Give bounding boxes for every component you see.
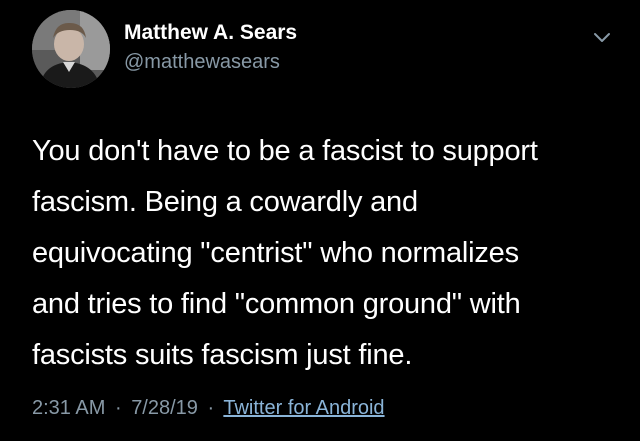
tweet-text-line: fascists suits fascism just fine. — [32, 339, 413, 371]
tweet-time[interactable]: 2:31 AM — [32, 397, 105, 419]
meta-separator: · — [207, 397, 215, 419]
meta-separator: · — [114, 397, 122, 419]
user-avatar-icon — [32, 10, 110, 88]
author-handle[interactable]: @matthewasears — [124, 51, 280, 74]
tweet-text-line: and tries to find "common ground" with — [32, 288, 521, 320]
tweet-meta: 2:31 AM · 7/28/19 · Twitter for Android — [32, 397, 385, 420]
tweet-text-line: You don't have to be a fascist to suppor… — [32, 135, 538, 167]
tweet-source-link[interactable]: Twitter for Android — [223, 397, 384, 419]
avatar[interactable] — [32, 10, 110, 88]
chevron-down-icon[interactable] — [590, 28, 614, 48]
tweet-date[interactable]: 7/28/19 — [131, 397, 198, 419]
tweet-text-line: fascism. Being a cowardly and — [32, 186, 418, 218]
author-display-name[interactable]: Matthew A. Sears — [124, 21, 297, 45]
tweet-text: You don't have to be a fascist to suppor… — [32, 126, 622, 381]
tweet-text-line: equivocating "centrist" who normalizes — [32, 237, 519, 269]
tweet-card: Matthew A. Sears @matthewasears You don'… — [0, 0, 640, 441]
